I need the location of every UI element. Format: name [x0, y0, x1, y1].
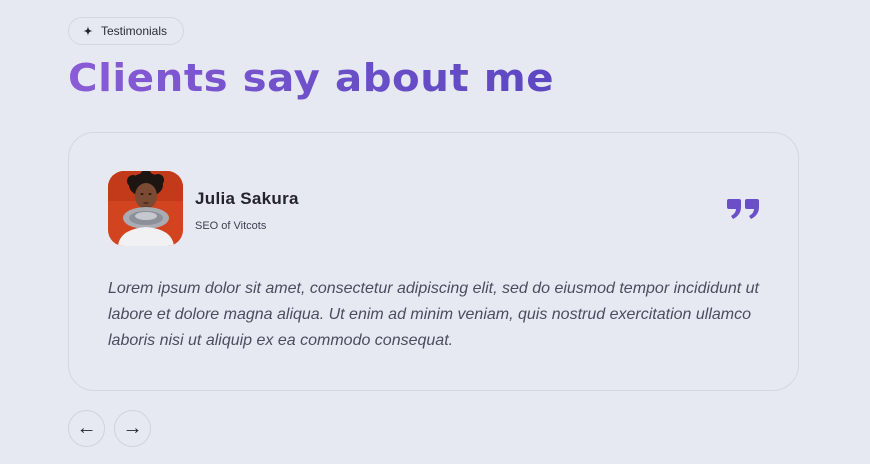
- testimonial-quote: Lorem ipsum dolor sit amet, consectetur …: [108, 280, 759, 349]
- sparkle-icon: [83, 26, 93, 36]
- section-title: Clients say about me: [68, 56, 555, 100]
- prev-button[interactable]: ←: [68, 410, 105, 447]
- testimonials-section: Testimonials Clients say about me Julia …: [0, 0, 870, 464]
- badge-label: Testimonials: [101, 24, 168, 38]
- arrow-left-icon: ←: [76, 417, 97, 439]
- client-role: SEO of Vitcots: [195, 220, 267, 232]
- testimonial-card: Julia Sakura SEO of Vitcots Lorem ipsum …: [68, 132, 799, 391]
- quote-icon: [727, 199, 759, 219]
- next-button[interactable]: →: [114, 410, 151, 447]
- avatar: [108, 171, 183, 246]
- testimonials-badge: Testimonials: [68, 17, 185, 45]
- arrow-right-icon: →: [122, 417, 143, 439]
- client-name: Julia Sakura: [195, 189, 299, 208]
